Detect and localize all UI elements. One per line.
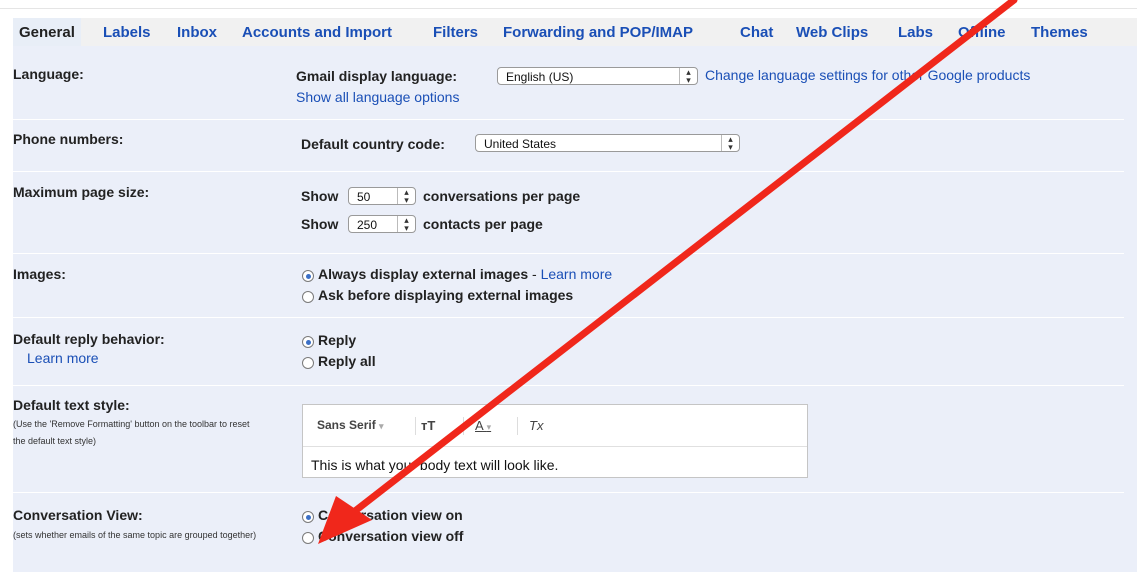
arrow-shaft xyxy=(342,0,1018,522)
red-arrow-annotation xyxy=(318,0,1018,544)
